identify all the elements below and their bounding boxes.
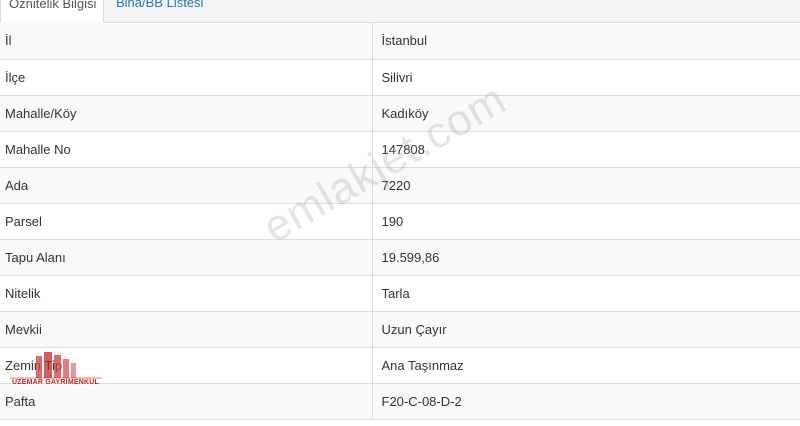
row-label: Nitelik <box>0 275 373 312</box>
tab-attribute-info[interactable]: Öznitelik Bilgisi <box>0 0 104 23</box>
table-row: Tapu Alanı 19.599,86 <box>0 239 800 276</box>
tab-bar: Öznitelik Bilgisi Bina/BB Listesi <box>0 0 800 23</box>
row-value: F20-C-08-D-2 <box>372 383 800 420</box>
table-row: Pafta F20-C-08-D-2 <box>0 383 800 420</box>
row-value: 7220 <box>372 167 800 204</box>
row-label: Ada <box>0 167 373 204</box>
row-value: 19.599,86 <box>372 239 800 276</box>
table-row: Zemin Tip Ana Taşınmaz <box>0 347 800 384</box>
table-row: Mahalle/Köy Kadıköy <box>0 95 800 132</box>
row-label: Mahalle/Köy <box>0 95 373 132</box>
table-row: Parsel 190 <box>0 203 800 240</box>
row-value: Uzun Çayır <box>372 311 800 348</box>
tab-building-list[interactable]: Bina/BB Listesi <box>108 0 211 23</box>
row-value: 190 <box>372 203 800 240</box>
row-label: İlçe <box>0 59 373 96</box>
row-value: Silivri <box>372 59 800 96</box>
table-row: İl İstanbul <box>0 23 800 60</box>
row-value: 147808 <box>372 131 800 168</box>
row-label: Parsel <box>0 203 373 240</box>
row-value: Tarla <box>372 275 800 312</box>
table-row: Mevkii Uzun Çayır <box>0 311 800 348</box>
table-row: İlçe Silivri <box>0 59 800 96</box>
row-value: Ana Taşınmaz <box>372 347 800 384</box>
row-label: Mevkii <box>0 311 373 348</box>
row-value: İstanbul <box>372 23 800 60</box>
table-row: Nitelik Tarla <box>0 275 800 312</box>
table-row: Mahalle No 147808 <box>0 131 800 168</box>
row-label: Zemin Tip <box>0 347 373 384</box>
row-label: Mahalle No <box>0 131 373 168</box>
row-label: Tapu Alanı <box>0 239 373 276</box>
row-value: Kadıköy <box>372 95 800 132</box>
attribute-table: İl İstanbul İlçe Silivri Mahalle/Köy Kad… <box>0 23 800 420</box>
row-label: Pafta <box>0 383 373 420</box>
table-row: Ada 7220 <box>0 167 800 204</box>
row-label: İl <box>0 23 373 60</box>
